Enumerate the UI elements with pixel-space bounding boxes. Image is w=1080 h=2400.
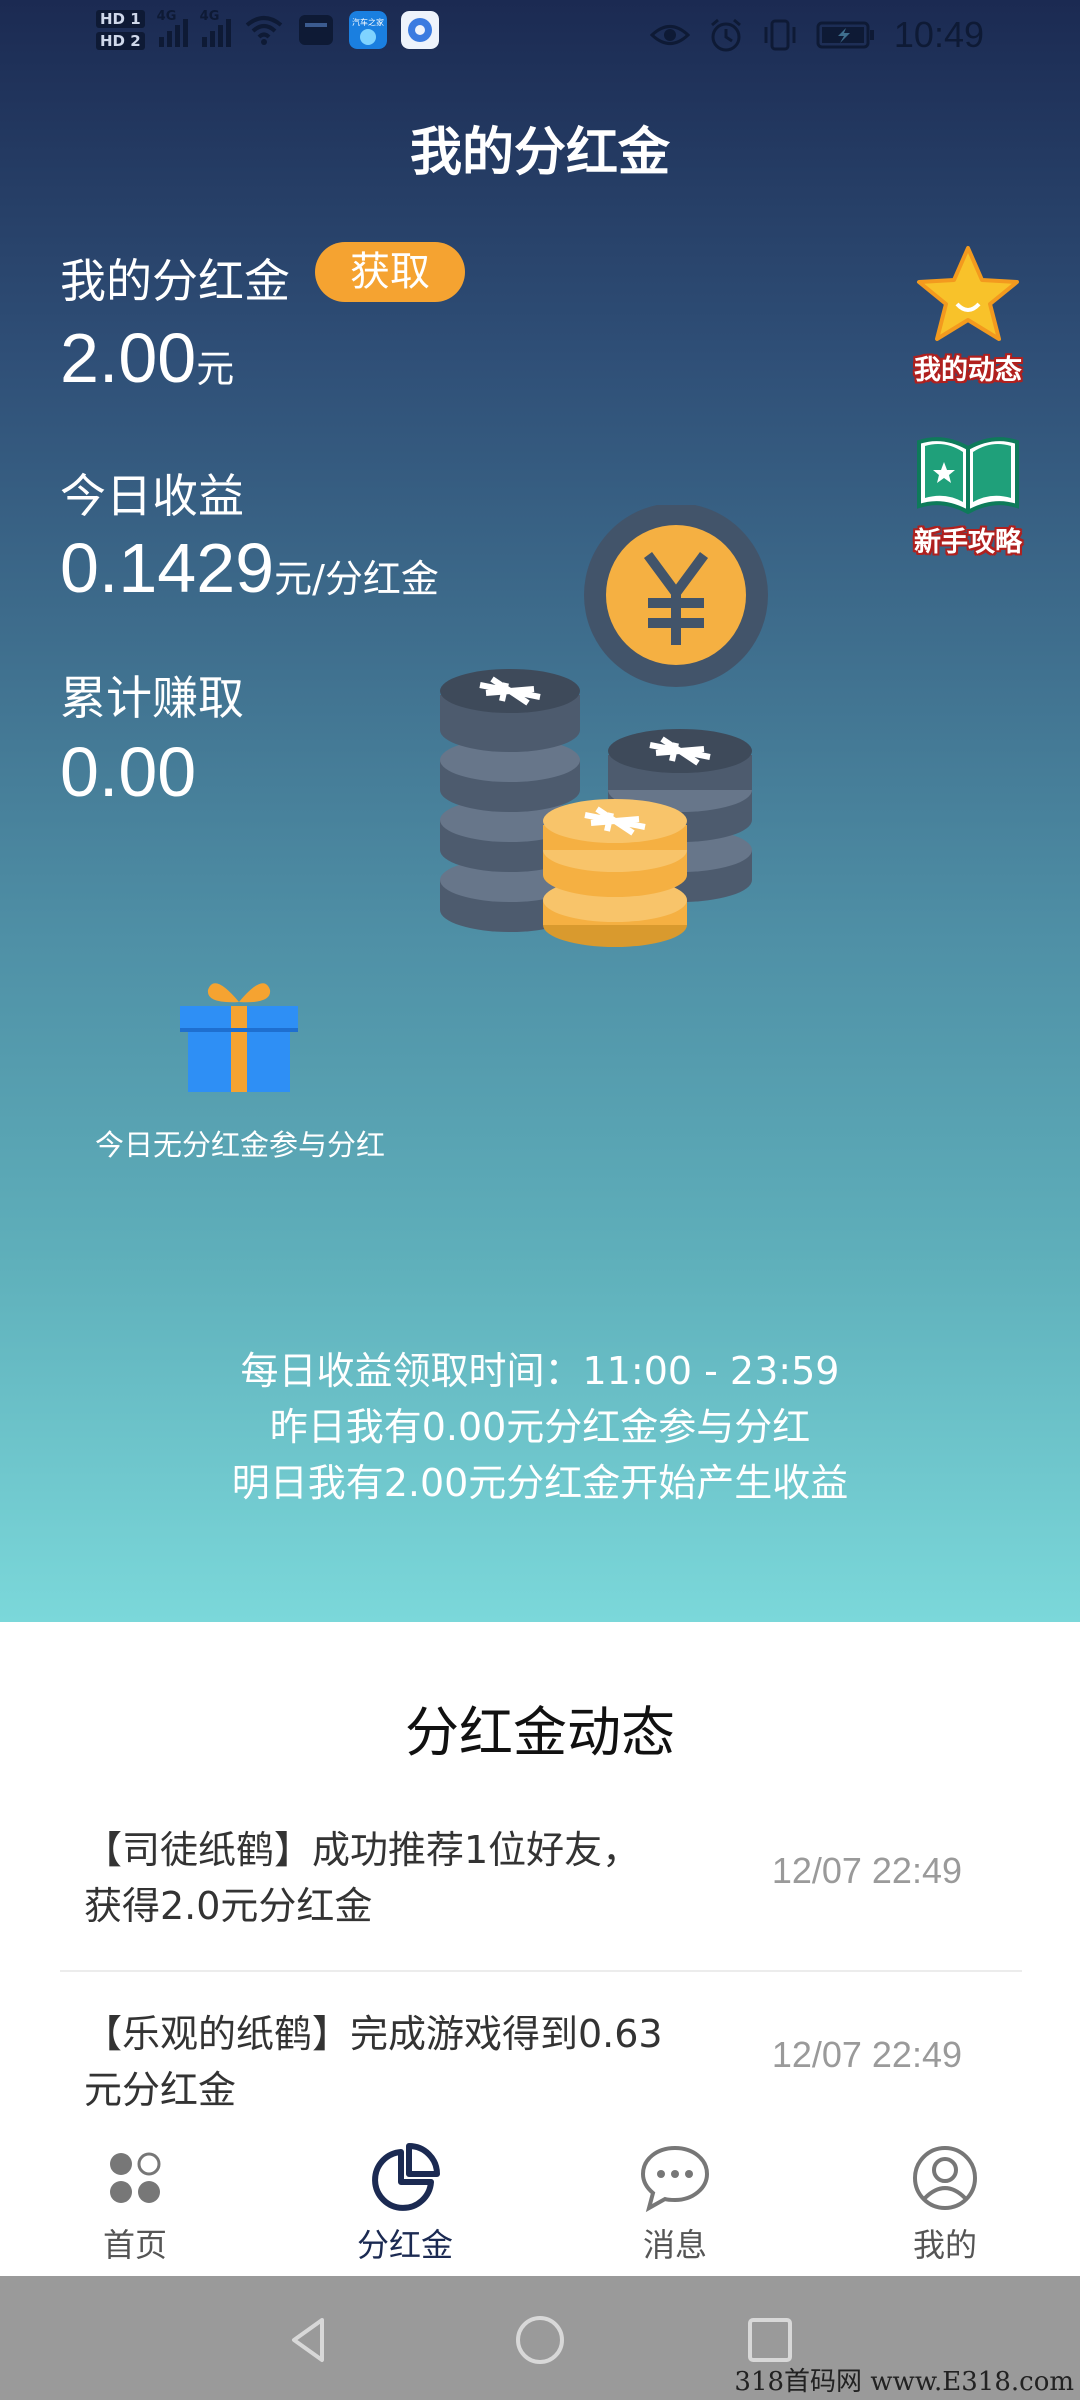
home-grid-icon	[110, 2152, 161, 2203]
nav-messages-label: 消息	[642, 2226, 707, 2264]
status-bar: HD 1 HD 2 4G 4G 汽车之家 10:49	[0, 0, 1080, 80]
signal-icon: 4G	[157, 9, 188, 47]
gift-icon	[180, 983, 298, 1092]
recents-icon[interactable]	[742, 2312, 798, 2368]
feed-item-time: 12/07 22:49	[771, 2034, 962, 2075]
feed-item: 【司徒纸鹤】成功推荐1位好友， 获得2.0元分红金 12/07 22:49	[60, 1822, 1022, 1942]
app-icon-text: 汽车之家	[352, 17, 384, 27]
app-icon	[400, 11, 439, 49]
get-button[interactable]: 获取	[315, 242, 465, 302]
system-nav-bar: 318首码网 www.E318.com	[0, 2276, 1080, 2400]
book-icon	[917, 437, 1019, 515]
nav-dividend[interactable]: 分红金	[315, 2142, 495, 2266]
page-title: 我的分红金	[409, 123, 670, 183]
nav-home[interactable]: 首页	[45, 2142, 225, 2266]
dividend-value: 2.00	[60, 319, 197, 397]
signal-icon: 4G	[200, 9, 231, 47]
pie-chart-icon	[372, 2143, 440, 2211]
today-earnings-value: 0.1429	[60, 529, 275, 607]
total-earned-label: 累计赚取	[60, 671, 244, 725]
feed-item-line: 【乐观的纸鹤】完成游戏得到0.63	[84, 2012, 663, 2056]
back-icon[interactable]	[282, 2312, 338, 2368]
dividend-unit: 元	[196, 347, 235, 391]
network-type-label: 4G	[156, 9, 177, 24]
eye-icon	[649, 25, 690, 45]
claim-time-info: 每日收益领取时间：11:00 - 23:59	[240, 1349, 840, 1393]
wifi-icon	[245, 16, 282, 45]
nav-profile[interactable]: 我的	[855, 2142, 1035, 2266]
divider	[60, 1970, 1022, 1972]
nav-profile-label: 我的	[912, 2226, 977, 2264]
dividend-value-row: 2.00元	[60, 318, 234, 398]
tomorrow-info: 明日我有2.00元分红金开始产生收益	[231, 1461, 849, 1505]
feed-title: 分红金动态	[405, 1701, 675, 1764]
feed-item-line: 获得2.0元分红金	[84, 1884, 373, 1928]
today-earnings-row: 0.1429元/分红金	[60, 528, 439, 608]
dividend-label: 我的分红金	[60, 254, 290, 308]
feed-item-line: 元分红金	[84, 2068, 237, 2112]
app-icon	[298, 15, 333, 45]
my-activity-label: 我的动态	[914, 355, 1022, 386]
status-right: 10:49	[649, 14, 984, 56]
today-earnings-unit: 元/分红金	[274, 557, 439, 601]
hd1-label: HD 1	[96, 10, 145, 28]
bottom-nav: 首页 分红金 消息 我的	[0, 2130, 1080, 2276]
alarm-icon	[710, 18, 741, 52]
feed-item: 【乐观的纸鹤】完成游戏得到0.63 元分红金 12/07 22:49	[60, 2006, 1022, 2126]
app-icon: 汽车之家	[348, 11, 387, 49]
star-icon	[917, 246, 1019, 341]
status-time: 10:49	[893, 14, 984, 55]
battery-icon	[816, 21, 874, 49]
home-icon[interactable]	[512, 2312, 568, 2368]
status-left: HD 1 HD 2 4G 4G 汽车之家	[96, 9, 439, 50]
beginner-guide-label: 新手攻略	[914, 527, 1022, 558]
feed-item-text: 【乐观的纸鹤】完成游戏得到0.63 元分红金	[84, 2006, 724, 2118]
gold-coin-stack	[543, 799, 687, 947]
hd2-label: HD 2	[96, 32, 145, 50]
coins-illustration	[440, 505, 768, 947]
nav-messages[interactable]: 消息	[585, 2142, 765, 2266]
feed-item-time: 12/07 22:49	[771, 1850, 962, 1891]
nav-dividend-label: 分红金	[356, 2226, 453, 2264]
nav-home-label: 首页	[102, 2226, 167, 2264]
hd-indicator: HD 1 HD 2	[96, 10, 145, 50]
my-activity-button[interactable]: 我的动态	[898, 244, 1038, 387]
today-earnings-label: 今日收益	[60, 469, 244, 523]
beginner-guide-button[interactable]: 新手攻略	[898, 432, 1038, 559]
network-type-label: 4G	[199, 9, 220, 24]
no-dividend-today-text: 今日无分红金参与分红	[94, 1128, 385, 1162]
feed-item-text: 【司徒纸鹤】成功推荐1位好友， 获得2.0元分红金	[84, 1822, 724, 1934]
yesterday-info: 昨日我有0.00元分红金参与分红	[269, 1405, 811, 1449]
feed-item-line: 【司徒纸鹤】成功推荐1位好友，	[84, 1828, 641, 1872]
vibrate-icon	[764, 19, 796, 51]
total-earned-value: 0.00	[60, 733, 197, 811]
message-icon	[640, 2145, 710, 2213]
watermark: 318首码网 www.E318.com	[734, 2367, 1074, 2397]
profile-icon	[913, 2146, 977, 2210]
